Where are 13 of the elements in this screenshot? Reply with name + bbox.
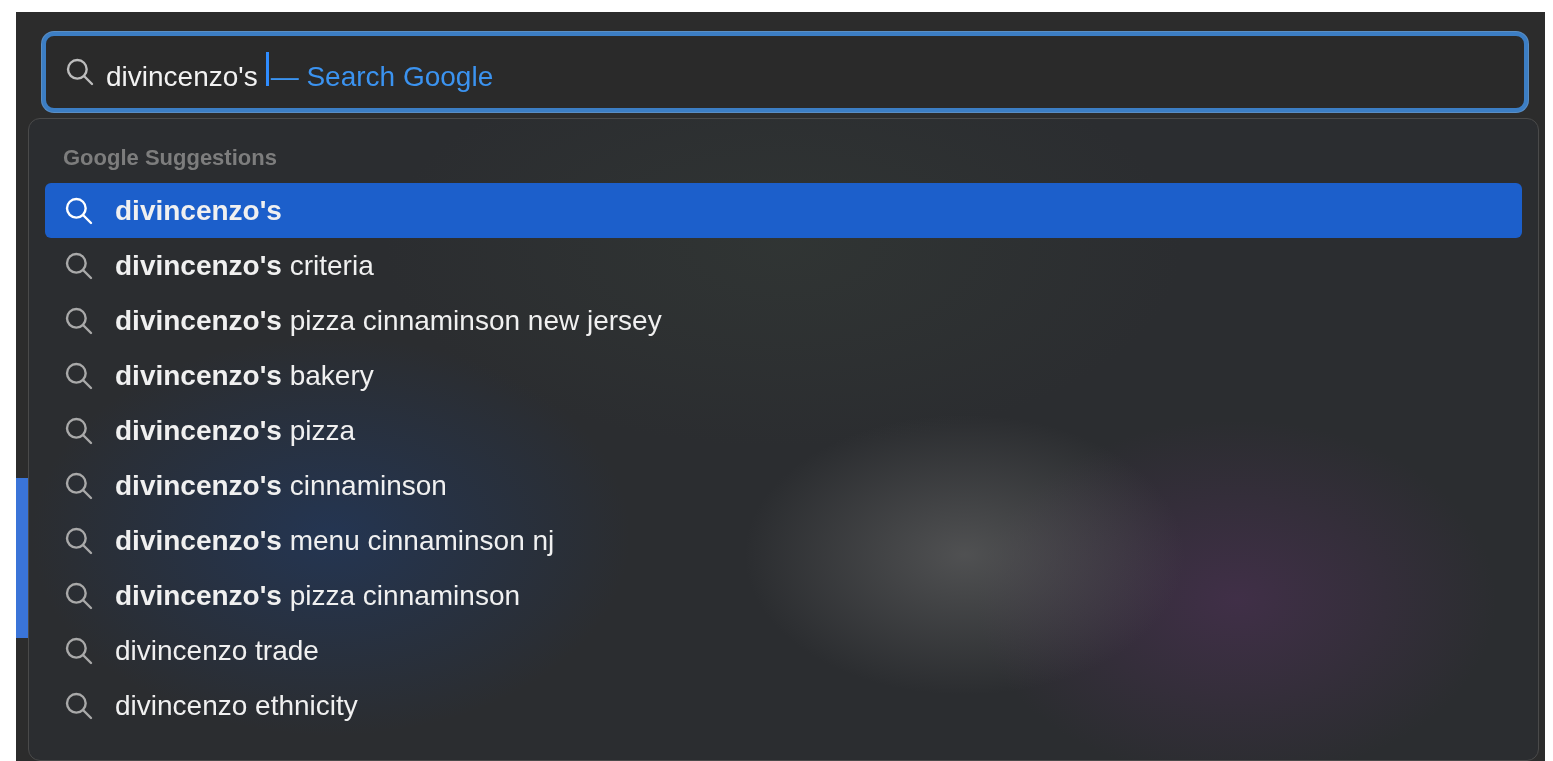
suggestion-item[interactable]: divincenzo ethnicity xyxy=(45,678,1522,733)
suggestion-item[interactable]: divincenzo's criteria xyxy=(45,238,1522,293)
suggestion-item[interactable]: divincenzo's xyxy=(45,183,1522,238)
section-heading: Google Suggestions xyxy=(63,145,278,171)
suggestion-item[interactable]: divincenzo's pizza cinnaminson new jersey xyxy=(45,293,1522,348)
suggestion-item[interactable]: divincenzo trade xyxy=(45,623,1522,678)
search-field[interactable]: divincenzo's — Search Google xyxy=(42,32,1528,112)
suggestion-item[interactable]: divincenzo's cinnaminson xyxy=(45,458,1522,513)
search-icon xyxy=(64,56,96,88)
suggestion-item[interactable]: divincenzo's pizza xyxy=(45,403,1522,458)
suggestion-item[interactable]: divincenzo's menu cinnaminson nj xyxy=(45,513,1522,568)
suggestion-item[interactable]: divincenzo's bakery xyxy=(45,348,1522,403)
suggestion-item[interactable]: divincenzo's pizza cinnaminson xyxy=(45,568,1522,623)
